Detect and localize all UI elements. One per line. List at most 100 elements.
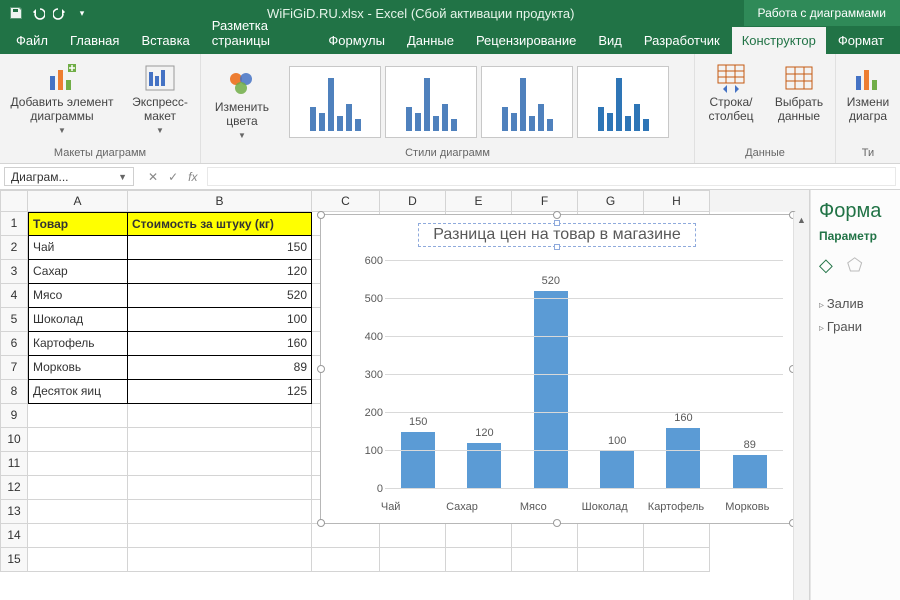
column-header-D[interactable]: D xyxy=(380,190,446,212)
row-header[interactable]: 15 xyxy=(0,548,28,572)
cell-C14[interactable] xyxy=(312,524,380,548)
row-header[interactable]: 12 xyxy=(0,476,28,500)
redo-icon[interactable] xyxy=(52,5,68,21)
formula-bar[interactable] xyxy=(207,167,896,186)
resize-handle[interactable] xyxy=(553,519,561,527)
cell-B1[interactable]: Стоимость за штуку (кг) xyxy=(128,212,312,236)
chart-title-container[interactable]: Разница цен на товар в магазине xyxy=(361,223,753,247)
tab-insert[interactable]: Вставка xyxy=(131,27,199,54)
cell-C15[interactable] xyxy=(312,548,380,572)
cell-A8[interactable]: Десяток яиц xyxy=(28,380,128,404)
cell-B8[interactable]: 125 xyxy=(128,380,312,404)
cell-E14[interactable] xyxy=(446,524,512,548)
cell-A12[interactable] xyxy=(28,476,128,500)
cell-B3[interactable]: 120 xyxy=(128,260,312,284)
row-header[interactable]: 3 xyxy=(0,260,28,284)
cell-B11[interactable] xyxy=(128,452,312,476)
tab-page-layout[interactable]: Разметка страницы xyxy=(202,12,317,54)
cell-A2[interactable]: Чай xyxy=(28,236,128,260)
cell-A7[interactable]: Морковь xyxy=(28,356,128,380)
cell-B15[interactable] xyxy=(128,548,312,572)
row-header[interactable]: 9 xyxy=(0,404,28,428)
name-box[interactable]: Диаграм... ▼ xyxy=(4,167,134,186)
resize-handle[interactable] xyxy=(317,365,325,373)
cell-A15[interactable] xyxy=(28,548,128,572)
cell-B14[interactable] xyxy=(128,524,312,548)
cell-A6[interactable]: Картофель xyxy=(28,332,128,356)
vertical-scrollbar[interactable]: ▲ xyxy=(793,212,809,600)
tab-design[interactable]: Конструктор xyxy=(732,27,826,54)
cell-A3[interactable]: Сахар xyxy=(28,260,128,284)
cell-B12[interactable] xyxy=(128,476,312,500)
cell-B10[interactable] xyxy=(128,428,312,452)
cell-B9[interactable] xyxy=(128,404,312,428)
row-header[interactable]: 14 xyxy=(0,524,28,548)
y-axis[interactable]: 0100200300400500600 xyxy=(355,261,385,489)
row-header[interactable]: 8 xyxy=(0,380,28,404)
cancel-icon[interactable]: ✕ xyxy=(148,170,158,184)
tab-format[interactable]: Формат xyxy=(828,27,894,54)
resize-handle[interactable] xyxy=(317,519,325,527)
chevron-down-icon[interactable]: ▼ xyxy=(118,172,127,182)
section-border[interactable]: Грани xyxy=(819,315,900,338)
effects-icon[interactable]: ⬠ xyxy=(847,255,863,276)
cell-F15[interactable] xyxy=(512,548,578,572)
select-all-corner[interactable] xyxy=(0,190,28,212)
x-axis[interactable]: ЧайСахарМясоШоколадКартофельМорковь xyxy=(355,501,783,513)
cell-B2[interactable]: 150 xyxy=(128,236,312,260)
cell-D14[interactable] xyxy=(380,524,446,548)
enter-icon[interactable]: ✓ xyxy=(168,170,178,184)
undo-icon[interactable] xyxy=(30,5,46,21)
change-chart-type-button[interactable]: Измени диагра xyxy=(842,58,894,124)
cell-F14[interactable] xyxy=(512,524,578,548)
cell-A4[interactable]: Мясо xyxy=(28,284,128,308)
cell-B4[interactable]: 520 xyxy=(128,284,312,308)
column-header-H[interactable]: H xyxy=(644,190,710,212)
cell-G14[interactable] xyxy=(578,524,644,548)
bar-Чай[interactable]: 150 xyxy=(385,261,451,489)
tab-formulas[interactable]: Формулы xyxy=(318,27,395,54)
fx-icon[interactable]: fx xyxy=(188,170,197,184)
column-header-A[interactable]: A xyxy=(28,190,128,212)
cell-A1[interactable]: Товар xyxy=(28,212,128,236)
row-header[interactable]: 2 xyxy=(0,236,28,260)
column-header-B[interactable]: B xyxy=(128,190,312,212)
tab-file[interactable]: Файл xyxy=(6,27,58,54)
tab-view[interactable]: Вид xyxy=(588,27,632,54)
bar-Шоколад[interactable]: 100 xyxy=(584,261,650,489)
cell-A10[interactable] xyxy=(28,428,128,452)
resize-handle[interactable] xyxy=(317,211,325,219)
cell-A14[interactable] xyxy=(28,524,128,548)
tab-developer[interactable]: Разработчик xyxy=(634,27,730,54)
bar-rect[interactable] xyxy=(534,291,568,489)
change-colors-button[interactable]: Изменить цвета ▼ xyxy=(207,63,277,140)
row-header[interactable]: 6 xyxy=(0,332,28,356)
cell-B5[interactable]: 100 xyxy=(128,308,312,332)
section-fill[interactable]: Залив xyxy=(819,292,900,315)
chart-style-1[interactable] xyxy=(289,66,381,138)
row-header[interactable]: 13 xyxy=(0,500,28,524)
add-chart-element-button[interactable]: Добавить элемент диаграммы ▼ xyxy=(6,58,118,135)
bar-Морковь[interactable]: 89 xyxy=(717,261,783,489)
resize-handle[interactable] xyxy=(553,211,561,219)
cell-A11[interactable] xyxy=(28,452,128,476)
switch-row-column-button[interactable]: Строка/ столбец xyxy=(701,58,761,124)
bar-Мясо[interactable]: 520 xyxy=(518,261,584,489)
resize-handle[interactable] xyxy=(554,244,560,250)
row-header[interactable]: 10 xyxy=(0,428,28,452)
row-header[interactable]: 5 xyxy=(0,308,28,332)
cell-A13[interactable] xyxy=(28,500,128,524)
cell-B6[interactable]: 160 xyxy=(128,332,312,356)
column-header-G[interactable]: G xyxy=(578,190,644,212)
cell-G15[interactable] xyxy=(578,548,644,572)
cell-B7[interactable]: 89 xyxy=(128,356,312,380)
column-header-E[interactable]: E xyxy=(446,190,512,212)
chart-style-2[interactable] xyxy=(385,66,477,138)
save-icon[interactable] xyxy=(8,5,24,21)
column-header-F[interactable]: F xyxy=(512,190,578,212)
select-data-button[interactable]: Выбрать данные xyxy=(769,58,829,124)
embedded-chart[interactable]: Разница цен на товар в магазине 01002003… xyxy=(320,214,794,524)
cell-D15[interactable] xyxy=(380,548,446,572)
resize-handle[interactable] xyxy=(554,220,560,226)
bar-rect[interactable] xyxy=(600,451,634,489)
